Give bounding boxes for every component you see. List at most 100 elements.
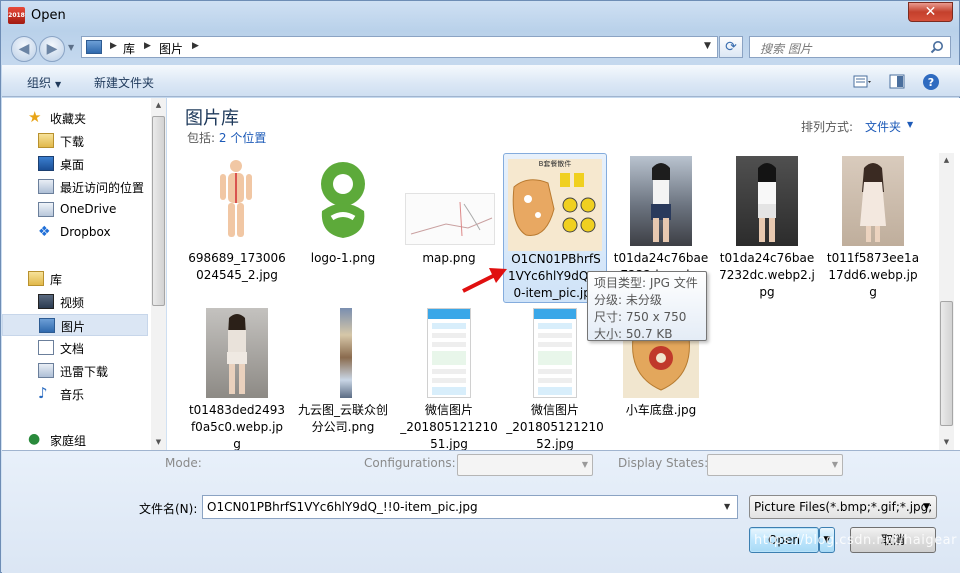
chevron-down-icon[interactable]: ▼ xyxy=(724,502,730,511)
display-states-select[interactable]: ▼ xyxy=(707,454,843,476)
file-name-line: 微信图片 xyxy=(530,403,579,417)
filename-input[interactable]: O1CN01PBhrfS1VYc6hlY9dQ_!!0-item_pic.jpg xyxy=(202,495,738,519)
breadcrumb-library[interactable]: 库 xyxy=(123,40,135,57)
scroll-down-icon[interactable]: ▼ xyxy=(151,435,166,450)
nav-downloads[interactable]: 下载 xyxy=(2,130,148,152)
file-item[interactable]: 九云图_云联众创 分公司.png xyxy=(291,305,395,450)
search-icon xyxy=(930,41,943,54)
file-type-filter[interactable]: Picture Files(*.bmp;*.gif;*.jpg; ▼ xyxy=(749,495,937,519)
file-name-line: g xyxy=(233,437,241,450)
nav-onedrive-label: OneDrive xyxy=(60,202,117,216)
file-item[interactable]: t01da24c76bae 7232dc.webp2.j pg xyxy=(715,153,819,303)
library-includes: 包括: 2 个位置 xyxy=(187,129,266,146)
file-name: 698689_173006 024545_2.jpg xyxy=(185,250,289,284)
nav-libraries-label: 库 xyxy=(50,273,63,287)
nav-homegroup[interactable]: ● 家庭组 xyxy=(2,429,148,451)
library-content: 图片库 包括: 2 个位置 排列方式: 文件夹 ▼ 698689_173006 0… xyxy=(167,98,960,450)
nav-videos[interactable]: 视频 xyxy=(2,291,148,313)
chevron-down-icon[interactable]: ▼ xyxy=(907,120,913,129)
refresh-icon: ⟳ xyxy=(725,39,737,55)
arrange-by-dropdown[interactable]: 文件夹 xyxy=(865,118,901,135)
recent-places-icon xyxy=(38,179,54,194)
title-bar[interactable]: 2018 Open ✕ xyxy=(1,1,959,31)
file-name-line: 九云图_云联众创 xyxy=(297,403,388,417)
nav-desktop[interactable]: 桌面 xyxy=(2,153,148,175)
nav-scroll-thumb[interactable] xyxy=(152,116,165,306)
nav-thunder-label: 迅雷下载 xyxy=(60,365,109,379)
library-icon xyxy=(28,271,44,286)
configurations-select[interactable]: ▼ xyxy=(457,454,593,476)
forward-button[interactable]: ▶ xyxy=(39,36,65,62)
nav-music[interactable]: ♪ 音乐 xyxy=(2,383,148,405)
scroll-up-icon[interactable]: ▲ xyxy=(151,98,166,113)
file-item[interactable]: logo-1.png xyxy=(291,153,395,303)
navigation-pane: ★ 收藏夹 下载 桌面 最近访问的位置 OneDrive ❖ Dropbox 库 xyxy=(2,98,166,451)
dropbox-icon: ❖ xyxy=(38,224,51,240)
nav-thunder-downloads[interactable]: 迅雷下载 xyxy=(2,360,148,382)
nav-dropbox-label: Dropbox xyxy=(60,225,111,239)
organize-menu[interactable]: 组织 ▼ xyxy=(27,74,61,91)
breadcrumb-separator-icon[interactable]: ▶ xyxy=(110,41,117,51)
recent-locations-dropdown[interactable]: ▼ xyxy=(68,43,74,52)
nav-onedrive[interactable]: OneDrive xyxy=(2,199,148,221)
file-name-line: logo-1.png xyxy=(310,251,376,265)
nav-homegroup-label: 家庭组 xyxy=(50,434,87,448)
file-item[interactable]: t011f5873ee1a 17dd6.webp.jp g xyxy=(821,153,925,303)
file-name-line: _201805121210 xyxy=(506,420,604,434)
nav-libraries[interactable]: 库 xyxy=(2,268,148,290)
scroll-up-icon[interactable]: ▲ xyxy=(939,153,954,168)
file-name-line: O1CN01PBhrfS xyxy=(511,252,601,266)
chevron-down-icon: ▼ xyxy=(831,460,838,469)
file-name-line: 024545_2.jpg xyxy=(196,268,278,282)
file-thumbnail xyxy=(312,308,374,398)
search-box[interactable]: 搜索 图片 xyxy=(749,36,951,58)
refresh-button[interactable]: ⟳ xyxy=(719,36,743,58)
search-placeholder: 搜索 图片 xyxy=(760,42,812,56)
file-thumbnail: B套餐散件 xyxy=(508,159,602,251)
file-name-line: 微信图片 xyxy=(424,403,473,417)
file-name: 微信图片 _201805121210 52.jpg xyxy=(503,402,607,450)
scroll-down-icon[interactable]: ▼ xyxy=(939,435,954,450)
file-name-line: 分公司.png xyxy=(311,420,375,434)
help-icon[interactable]: ? xyxy=(920,73,942,91)
file-item[interactable]: 698689_173006 024545_2.jpg xyxy=(185,153,289,303)
nav-pictures[interactable]: 图片 xyxy=(2,314,148,336)
change-view-icon[interactable] xyxy=(850,73,872,91)
thumbnail-caption: B套餐散件 xyxy=(538,160,572,168)
file-item[interactable]: t01483ded2493 f0a5c0.webp.jp g xyxy=(185,305,289,450)
nav-documents[interactable]: 文档 xyxy=(2,337,148,359)
nav-scrollbar[interactable]: ▲ ▼ xyxy=(151,98,166,450)
file-name: t01da24c76bae 7232dc.webp2.j pg xyxy=(715,250,819,301)
file-name: 九云图_云联众创 分公司.png xyxy=(291,402,395,436)
content-scroll-thumb[interactable] xyxy=(940,301,953,426)
file-item[interactable]: 微信图片 _201805121210 51.jpg xyxy=(397,305,501,450)
nav-dropbox[interactable]: ❖ Dropbox xyxy=(2,222,148,244)
file-name-line: 小车底盘.jpg xyxy=(625,403,697,417)
includes-locations-link[interactable]: 2 个位置 xyxy=(219,131,266,145)
preview-pane-icon[interactable] xyxy=(886,73,908,91)
chevron-down-icon: ▼ xyxy=(55,80,62,89)
file-name: t011f5873ee1a 17dd6.webp.jp g xyxy=(821,250,925,301)
nav-favorites[interactable]: ★ 收藏夹 xyxy=(2,107,148,129)
breadcrumb-pictures[interactable]: 图片 xyxy=(159,40,183,57)
file-info-tooltip: 项目类型: JPG 文件 分级: 未分级 尺寸: 750 x 750 大小: 5… xyxy=(587,271,707,341)
close-button[interactable]: ✕ xyxy=(908,2,953,22)
address-bar[interactable]: ▶ 库 ▶ 图片 ▶ xyxy=(81,36,718,58)
nav-downloads-label: 下载 xyxy=(60,135,85,149)
new-folder-button[interactable]: 新建文件夹 xyxy=(94,74,154,91)
nav-music-label: 音乐 xyxy=(60,388,85,402)
tooltip-type: 项目类型: JPG 文件 xyxy=(594,276,698,290)
nav-documents-label: 文档 xyxy=(60,342,85,356)
address-dropdown-icon[interactable]: ▼ xyxy=(704,41,711,51)
file-name: t01483ded2493 f0a5c0.webp.jp g xyxy=(185,402,289,450)
library-folder-icon xyxy=(86,40,102,54)
content-scrollbar[interactable]: ▲ ▼ xyxy=(939,153,954,450)
back-button[interactable]: ◀ xyxy=(11,36,37,62)
breadcrumb-separator-icon[interactable]: ▶ xyxy=(144,41,151,51)
nav-recent-places[interactable]: 最近访问的位置 xyxy=(2,176,148,198)
configurations-label: Configurations: xyxy=(364,456,456,470)
breadcrumb-separator-icon[interactable]: ▶ xyxy=(192,41,199,51)
nav-pictures-label: 图片 xyxy=(61,320,86,334)
file-name-line: _201805121210 xyxy=(400,420,498,434)
file-name-line: f0a5c0.webp.jp xyxy=(190,420,284,434)
